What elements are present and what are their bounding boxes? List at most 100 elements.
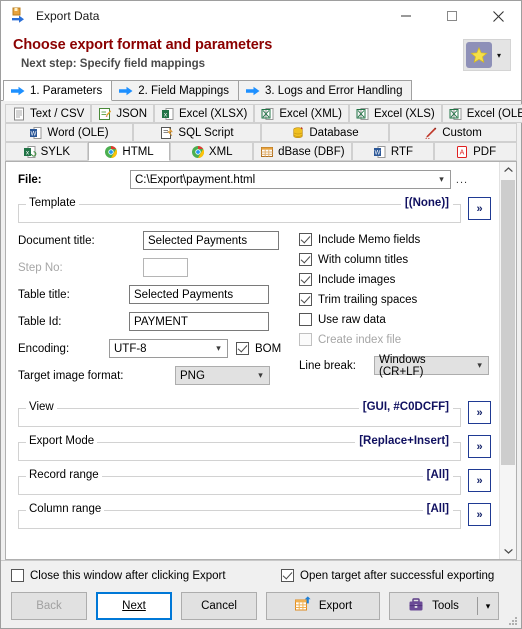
right-options-column: Include Memo fields With column titles I…	[299, 231, 489, 393]
excel-ole-icon	[449, 107, 463, 121]
left-field-column: Document title: Selected Payments Step N…	[18, 231, 299, 393]
checkbox-label: Include Memo fields	[318, 233, 421, 246]
template-group-value: [(None)]	[400, 197, 453, 209]
checkbox-with-column-titles[interactable]: With column titles	[299, 253, 489, 266]
tab-field-mappings[interactable]: 2. Field Mappings	[111, 80, 240, 100]
checkbox-close-window-after-export[interactable]: Close this window after clicking Export	[11, 569, 281, 582]
chevron-down-icon[interactable]: ▾	[471, 360, 488, 371]
table-title-input[interactable]: Selected Payments	[129, 285, 269, 304]
checkbox-use-raw-data[interactable]: Use raw data	[299, 313, 489, 326]
template-group: Template [(None)] »	[18, 197, 491, 223]
scroll-up-button[interactable]	[500, 162, 516, 178]
format-tab-label: RTF	[390, 145, 413, 158]
bom-checkbox[interactable]: BOM	[236, 342, 281, 355]
pdf-icon: A	[455, 145, 469, 159]
tab-parameters[interactable]: 1. Parameters	[3, 80, 113, 101]
checkbox-trim-trailing-spaces[interactable]: Trim trailing spaces	[299, 293, 489, 306]
step-no-input[interactable]	[143, 258, 188, 277]
target-image-format-row: Target image format: PNG ▾	[18, 366, 299, 385]
wizard-step-tabs: 1. Parameters 2. Field Mappings 3. Logs …	[1, 79, 521, 101]
file-input[interactable]: C:\Export\payment.html ▾	[130, 170, 451, 189]
record-range-expand-button[interactable]: »	[468, 469, 491, 492]
encoding-select[interactable]: UTF-8 ▾	[109, 339, 228, 358]
resize-grip[interactable]	[508, 616, 518, 626]
tools-button-label: Tools	[432, 600, 459, 612]
cancel-button[interactable]: Cancel	[181, 592, 257, 620]
format-tab-excel-xls[interactable]: Excel (XLS)	[349, 104, 442, 123]
title-bar: Export Data	[1, 1, 521, 31]
scroll-down-button[interactable]	[500, 543, 516, 559]
blue-arrow-icon	[119, 86, 133, 96]
svg-text:A: A	[460, 149, 465, 156]
checkbox-create-index-file: Create index file	[299, 333, 489, 346]
view-expand-button[interactable]: »	[468, 401, 491, 424]
format-tab-label: SYLK	[40, 145, 71, 158]
tools-button[interactable]: Tools	[390, 597, 477, 616]
minimize-icon[interactable]	[383, 1, 429, 31]
chevron-down-icon[interactable]: ▾	[433, 174, 450, 185]
export-button[interactable]: Export	[266, 592, 380, 620]
format-tab-sql-script[interactable]: SQL Script	[133, 123, 261, 142]
json-note-icon	[98, 107, 112, 121]
format-tab-xml[interactable]: XML	[170, 142, 254, 161]
target-image-select[interactable]: PNG ▾	[175, 366, 270, 385]
maximize-icon[interactable]	[429, 1, 475, 31]
briefcase-icon	[408, 597, 424, 616]
format-tab-sylk[interactable]: x SYLK	[5, 142, 88, 161]
scroll-thumb[interactable]	[501, 180, 515, 465]
export-mode-expand-button[interactable]: »	[468, 435, 491, 458]
panel-scrollbar[interactable]	[499, 162, 516, 559]
blue-arrow-icon	[11, 86, 25, 96]
format-tab-excel-ole[interactable]: Excel (OLE)	[441, 104, 522, 123]
checkbox-include-images[interactable]: Include images	[299, 273, 489, 286]
format-tab-pdf[interactable]: A PDF	[434, 142, 517, 161]
format-tab-excel-xml[interactable]: Excel (XML)	[254, 104, 350, 123]
window-title: Export Data	[36, 9, 100, 23]
format-tab-text-csv[interactable]: Text / CSV	[5, 104, 92, 123]
format-tab-rtf[interactable]: W RTF	[351, 142, 435, 161]
pencil-icon	[424, 126, 438, 140]
checkbox-include-memo-fields[interactable]: Include Memo fields	[299, 233, 489, 246]
column-range-expand-button[interactable]: »	[468, 503, 491, 526]
format-tab-custom[interactable]: Custom	[389, 123, 517, 142]
step-no-row: Step No:	[18, 258, 299, 277]
format-tab-label: Excel (XML)	[279, 107, 343, 120]
format-tab-excel-xlsx[interactable]: x Excel (XLSX)	[154, 104, 255, 123]
export-button-label: Export	[318, 600, 353, 612]
table-title-label: Table title:	[18, 288, 70, 301]
view-group-value: [GUI, #C0DCFF]	[358, 401, 453, 413]
favorites-control: ▾	[463, 39, 511, 71]
tools-caret-icon[interactable]: ▾	[478, 601, 498, 612]
format-tab-html[interactable]: HTML	[87, 142, 171, 161]
format-tab-label: SQL Script	[178, 126, 234, 139]
scroll-track[interactable]	[500, 178, 516, 543]
column-range-group: Column range [All] »	[18, 503, 491, 529]
template-expand-button[interactable]: »	[468, 197, 491, 220]
checkbox-box	[299, 233, 312, 246]
chevron-down-icon[interactable]: ▾	[252, 370, 269, 381]
checkbox-open-target-after-export[interactable]: Open target after successful exporting	[281, 569, 494, 582]
document-title-input[interactable]: Selected Payments	[143, 231, 279, 250]
export-mode-group-label: Export Mode	[26, 435, 98, 447]
tab-logs-and-error-handling[interactable]: 3. Logs and Error Handling	[238, 80, 413, 100]
next-button[interactable]: Next	[96, 592, 172, 620]
table-id-row: Table Id: PAYMENT	[18, 312, 299, 331]
chevron-down-icon[interactable]: ▾	[210, 343, 227, 354]
format-tab-word-ole[interactable]: W Word (OLE)	[5, 123, 133, 142]
format-tab-database[interactable]: Database	[261, 123, 389, 142]
svg-text:W: W	[375, 150, 381, 156]
tools-split-button[interactable]: Tools ▾	[389, 592, 499, 620]
close-icon[interactable]	[475, 1, 521, 31]
format-tab-label: HTML	[122, 145, 154, 158]
excel-icon: x	[161, 107, 175, 121]
format-tab-label: Word (OLE)	[47, 126, 109, 139]
line-break-select[interactable]: Windows (CR+LF) ▾	[374, 354, 489, 378]
star-icon[interactable]	[466, 42, 492, 68]
sylk-icon: x	[23, 145, 37, 159]
table-id-input[interactable]: PAYMENT	[129, 312, 269, 331]
file-label: File:	[18, 173, 42, 186]
favorites-caret-icon[interactable]: ▾	[492, 51, 506, 60]
format-tab-json[interactable]: JSON	[91, 104, 154, 123]
file-browse-button[interactable]: ...	[451, 170, 473, 189]
format-tab-dbase-dbf[interactable]: dBase (DBF)	[253, 142, 352, 161]
